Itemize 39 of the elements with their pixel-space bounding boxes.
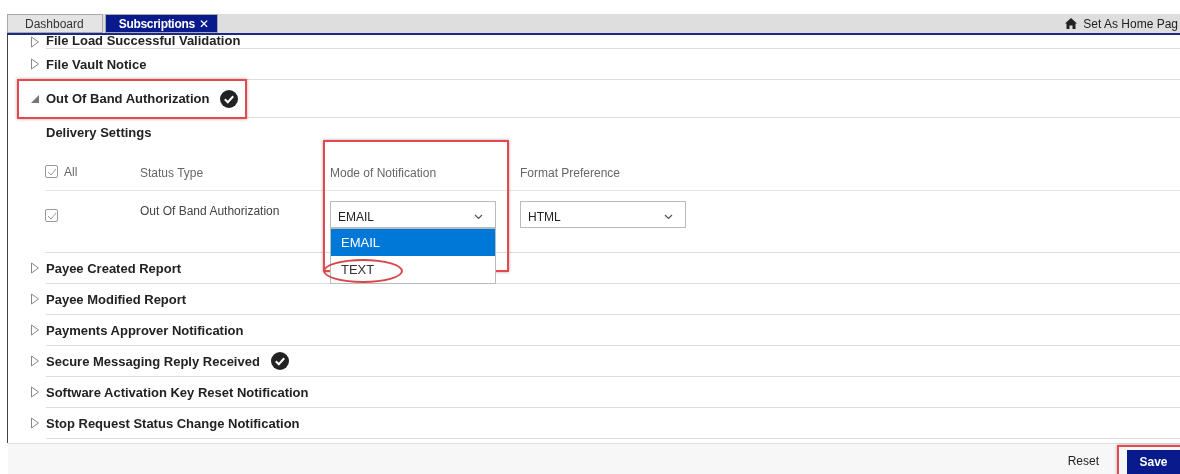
subscription-title[interactable]: File Vault Notice: [46, 56, 147, 72]
tab[interactable]: Dashboard: [7, 14, 103, 33]
column-header: Mode of Notification: [330, 165, 437, 180]
expand-icon[interactable]: [30, 417, 40, 429]
home-icon: [1065, 18, 1078, 29]
checkbox[interactable]: [45, 209, 58, 222]
section-title: Delivery Settings: [45, 124, 153, 142]
subscription-title[interactable]: Secure Messaging Reply Received: [46, 353, 260, 369]
collapse-icon[interactable]: [30, 93, 40, 104]
expand-icon[interactable]: [30, 324, 40, 336]
dropdown-option[interactable]: EMAIL: [331, 229, 495, 256]
close-icon[interactable]: ✕: [198, 16, 209, 31]
checkbox-label: All: [64, 164, 78, 179]
expand-icon[interactable]: [30, 58, 40, 70]
expand-icon[interactable]: [30, 262, 40, 274]
save-button[interactable]: Save: [1127, 450, 1180, 474]
subscription-title[interactable]: Payee Created Report: [46, 260, 182, 276]
subscription-title[interactable]: Out Of Band Authorization: [46, 91, 210, 106]
checkbox[interactable]: [45, 165, 58, 178]
table-cell: Out Of Band Authorization: [140, 204, 280, 218]
expand-icon[interactable]: [30, 36, 40, 48]
caret-icon: [664, 213, 673, 220]
expand-icon[interactable]: [30, 355, 40, 367]
expand-icon[interactable]: [30, 386, 40, 398]
subscription-title[interactable]: Payments Approver Notification: [46, 322, 244, 338]
column-header: Format Preference: [520, 165, 621, 180]
tab[interactable]: Subscriptions ✕: [104, 14, 218, 33]
subscription-title[interactable]: Stop Request Status Change Notification: [46, 415, 300, 431]
dropdown-option[interactable]: TEXT: [331, 256, 495, 283]
expand-icon[interactable]: [30, 293, 40, 305]
reset-button[interactable]: Reset: [1049, 454, 1117, 474]
set-home-link[interactable]: Set As Home Pag: [1083, 16, 1178, 31]
mode-dropdown[interactable]: EMAIL: [330, 201, 496, 228]
format-dropdown[interactable]: HTML: [520, 201, 686, 228]
subscription-title[interactable]: Software Activation Key Reset Notification: [46, 384, 309, 400]
column-header: Status Type: [140, 165, 204, 180]
caret-icon: [474, 213, 483, 220]
subscription-title[interactable]: File Load Successful Validation: [46, 35, 241, 48]
subscription-title[interactable]: Payee Modified Report: [46, 291, 187, 307]
